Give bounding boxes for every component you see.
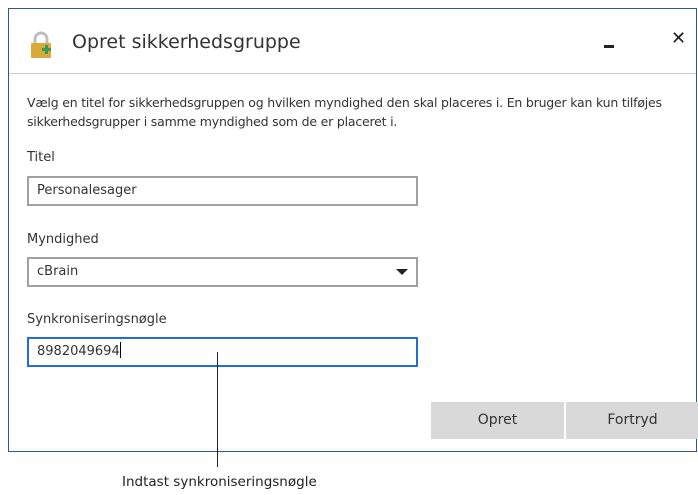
sync-key-label: Synkroniseringsnøgle [27,312,167,327]
callout-line [217,352,218,467]
authority-dropdown-value: cBrain [37,264,79,279]
cancel-button[interactable]: Fortryd [566,402,698,439]
title-input-value: Personalesager [37,183,137,198]
title-label: Titel [27,150,55,165]
create-button[interactable]: Opret [431,402,564,439]
divider [9,73,696,74]
dialog-title: Opret sikkerhedsgruppe [72,31,301,53]
description-text: Vælg en titel for sikkerhedsgruppen og h… [27,95,662,129]
close-icon[interactable]: ✕ [671,29,686,49]
text-caret [119,342,121,358]
title-input[interactable]: Personalesager [27,176,418,206]
minimize-icon[interactable] [604,45,614,48]
create-security-group-dialog: Opret sikkerhedsgruppe ✕ Vælg en titel f… [8,8,697,452]
titlebar: Opret sikkerhedsgruppe ✕ [9,9,696,73]
sync-key-input-value: 8982049694 [37,344,120,359]
lock-plus-icon [31,31,51,58]
authority-label: Myndighed [27,232,99,247]
callout-label: Indtast synkroniseringsnøgle [122,474,317,490]
authority-dropdown[interactable]: cBrain [27,257,418,287]
chevron-down-icon [396,269,408,275]
sync-key-input[interactable]: 8982049694 [27,337,418,367]
